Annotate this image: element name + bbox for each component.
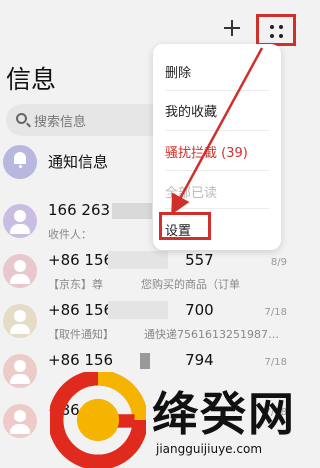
conversation-preview: 【京东】尊 您购买的商品（订单 — [48, 278, 240, 291]
menu-item-mark-all-read[interactable]: 全部已读 — [165, 182, 217, 201]
conversation-preview: 【取件通知】 通快递7561613251987… — [48, 328, 279, 341]
search-placeholder: 搜索信息 — [34, 115, 87, 130]
menu-divider — [165, 130, 269, 131]
avatar — [3, 254, 37, 288]
top-bar — [0, 0, 300, 46]
search-icon — [16, 113, 27, 124]
menu-item-spam-block[interactable]: 骚扰拦截 (39) — [165, 142, 248, 161]
conversation-date: 7/18 — [264, 357, 287, 368]
watermark-logo-icon — [50, 372, 146, 468]
watermark: 绛癸网 jiangguijiuye.com — [30, 370, 300, 468]
avatar — [3, 204, 37, 238]
menu-item-favorites[interactable]: 我的收藏 — [165, 101, 217, 120]
page-title: 信息 — [6, 65, 57, 94]
conversation-name: 通知信息 — [48, 153, 109, 171]
conversation-date: 8/9 — [270, 257, 287, 268]
menu-divider — [165, 170, 269, 171]
menu-divider — [165, 90, 269, 91]
plus-icon[interactable] — [222, 18, 242, 38]
notification-avatar — [3, 145, 37, 179]
more-dots-icon[interactable] — [256, 14, 296, 46]
overflow-menu: 删除 我的收藏 骚扰拦截 (39) 全部已读 设置 — [153, 44, 281, 250]
redaction — [108, 301, 168, 319]
redaction — [108, 251, 168, 269]
conversation-name: 166 263 — [48, 201, 111, 219]
avatar — [3, 304, 37, 338]
watermark-title: 绛癸网 — [152, 387, 296, 441]
redaction — [140, 353, 150, 369]
menu-item-settings[interactable]: 设置 — [165, 220, 191, 239]
menu-item-delete[interactable]: 删除 — [165, 62, 191, 81]
conversation-name: +86 156 794 — [48, 351, 214, 369]
menu-divider — [165, 208, 269, 209]
list-item[interactable]: +86 156 700 【取件通知】 通快递7561613251987… 7/18 — [0, 295, 300, 349]
redaction — [112, 203, 152, 219]
list-item[interactable]: +86 156 557 【京东】尊 您购买的商品（订单 8/9 — [0, 245, 300, 299]
conversation-date: 7/18 — [264, 307, 287, 318]
watermark-url: jiangguijiuye.com — [156, 442, 263, 456]
bell-icon — [14, 152, 26, 168]
